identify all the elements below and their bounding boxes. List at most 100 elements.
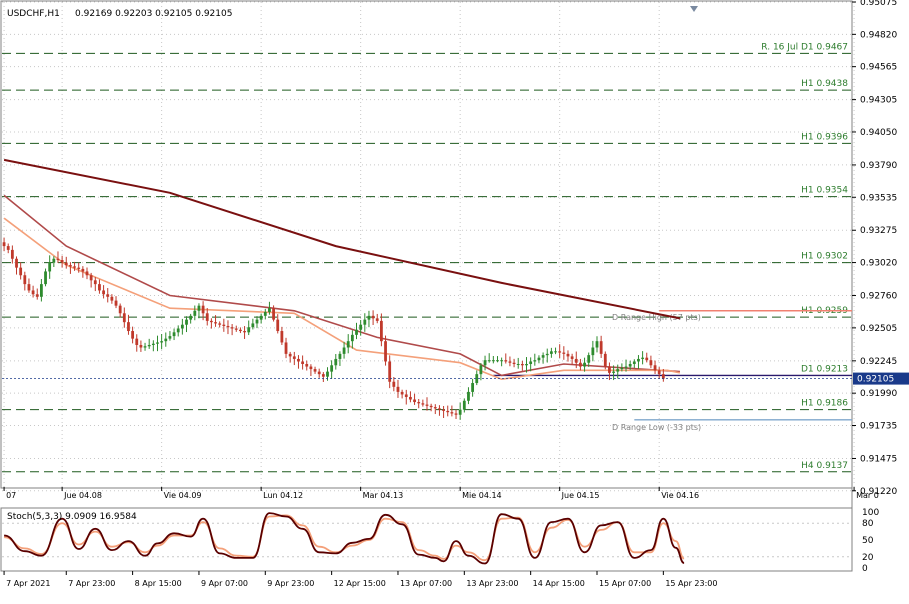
bottom-tick-label: 7 Apr 23:00 [68, 579, 115, 588]
stoch-tick-label: 0 [862, 564, 868, 574]
candle-body [425, 404, 429, 406]
candle-body [504, 360, 508, 362]
candle-body [127, 322, 130, 332]
candle-body [23, 275, 27, 285]
candle-body [516, 364, 520, 366]
time-tick-label: Vie 04.16 [661, 491, 699, 500]
candle-body [541, 355, 545, 358]
candle-body [305, 364, 309, 367]
candle-body [272, 308, 275, 320]
candle-body [508, 361, 512, 363]
candle-body [483, 360, 487, 366]
time-tick-label: Vie 04.09 [164, 491, 202, 500]
candle-body [512, 362, 516, 365]
candle-body [10, 249, 14, 259]
candle-body [454, 413, 458, 415]
level-label: H1 0.9354 [801, 186, 848, 196]
candle-body [52, 258, 56, 263]
candle-body [85, 271, 89, 276]
candle-body [359, 324, 363, 330]
candle-body [421, 403, 425, 405]
bottom-tick-label: 8 Apr 15:00 [135, 579, 182, 588]
candle-body [579, 362, 582, 367]
candle-body [350, 334, 354, 342]
candle-body [558, 351, 562, 353]
candle-body [616, 369, 620, 372]
candle-body [637, 358, 640, 362]
chart-canvas[interactable]: R. 16 Jul D1 0.9467 H1 0.9438 H1 0.9396 H1 … [0, 0, 909, 600]
candle-body [400, 391, 404, 395]
price-tick-label: 0.94050 [860, 128, 897, 138]
candle-body [438, 408, 441, 410]
candle-body [446, 410, 450, 413]
candle-body [35, 294, 39, 297]
candle-body [603, 353, 607, 367]
candle-body [595, 341, 599, 348]
candle-body [471, 383, 475, 392]
candle-body [379, 320, 383, 342]
candle-body [574, 358, 578, 363]
price-tick-label: 0.93275 [860, 226, 897, 236]
candle-body [189, 315, 193, 320]
candle-body [172, 332, 176, 337]
candle-body [2, 242, 6, 247]
time-tick-label: Mar 0 [856, 491, 879, 500]
stoch-tick-label: 20 [862, 553, 874, 563]
candle-body [239, 329, 242, 332]
candle-body [19, 267, 23, 276]
candle-body [259, 315, 263, 320]
candle-body [234, 328, 238, 330]
level-label: D1 0.9213 [801, 364, 848, 374]
candle-body [496, 360, 499, 362]
candle-body [251, 323, 255, 328]
candle-body [197, 305, 201, 311]
candle-body [180, 324, 184, 329]
candle-body [458, 409, 462, 415]
candle-body [164, 338, 168, 342]
candle-body [487, 360, 491, 362]
candle-body [147, 344, 151, 347]
range-low-label: D Range Low (-33 pts) [612, 423, 701, 432]
candle-body [562, 352, 566, 354]
candle-body [620, 367, 624, 370]
bottom-tick-label: 9 Apr 23:00 [267, 579, 314, 588]
candle-body [218, 323, 222, 325]
candle-body [60, 260, 64, 263]
candle-body [375, 318, 379, 321]
chart-window[interactable]: R. 16 Jul D1 0.9467 H1 0.9438 H1 0.9396 H1 … [0, 0, 909, 600]
symbol-label: USDCHF,H1 [7, 9, 60, 19]
candle-body [6, 246, 10, 250]
candle-body [657, 370, 661, 375]
candle-body [491, 360, 495, 362]
candle-body [317, 371, 321, 375]
candle-body [566, 353, 570, 357]
candle-body [247, 327, 251, 333]
candle-body [599, 341, 603, 354]
candle-body [209, 320, 213, 323]
candle-body [608, 366, 611, 373]
stoch-tick-label: 50 [862, 536, 874, 546]
price-tick-label: 0.94820 [860, 30, 897, 40]
level-label: H4 0.9137 [801, 461, 848, 471]
candle-body [641, 357, 645, 359]
candle-body [632, 361, 636, 365]
price-tick-label: 0.92245 [860, 357, 897, 367]
price-tick-label: 0.94305 [860, 96, 897, 106]
candle-body [313, 369, 317, 372]
candle-body [653, 365, 657, 371]
candle-body [185, 319, 188, 325]
candle-body [570, 356, 574, 359]
candle-body [214, 322, 217, 324]
ohlc-label: 0.92169 0.92203 0.92105 0.92105 [75, 9, 232, 19]
candle-body [77, 267, 81, 269]
candle-body [110, 296, 114, 301]
bottom-tick-label: 14 Apr 15:00 [533, 579, 585, 588]
price-tick-label: 0.95075 [860, 0, 897, 8]
candle-body [56, 258, 60, 261]
candle-body [31, 290, 35, 295]
candle-body [168, 336, 172, 339]
candle-body [276, 319, 280, 332]
candle-body [106, 294, 110, 297]
candle-body [297, 358, 300, 362]
stoch-tick-label: 80 [862, 519, 874, 529]
